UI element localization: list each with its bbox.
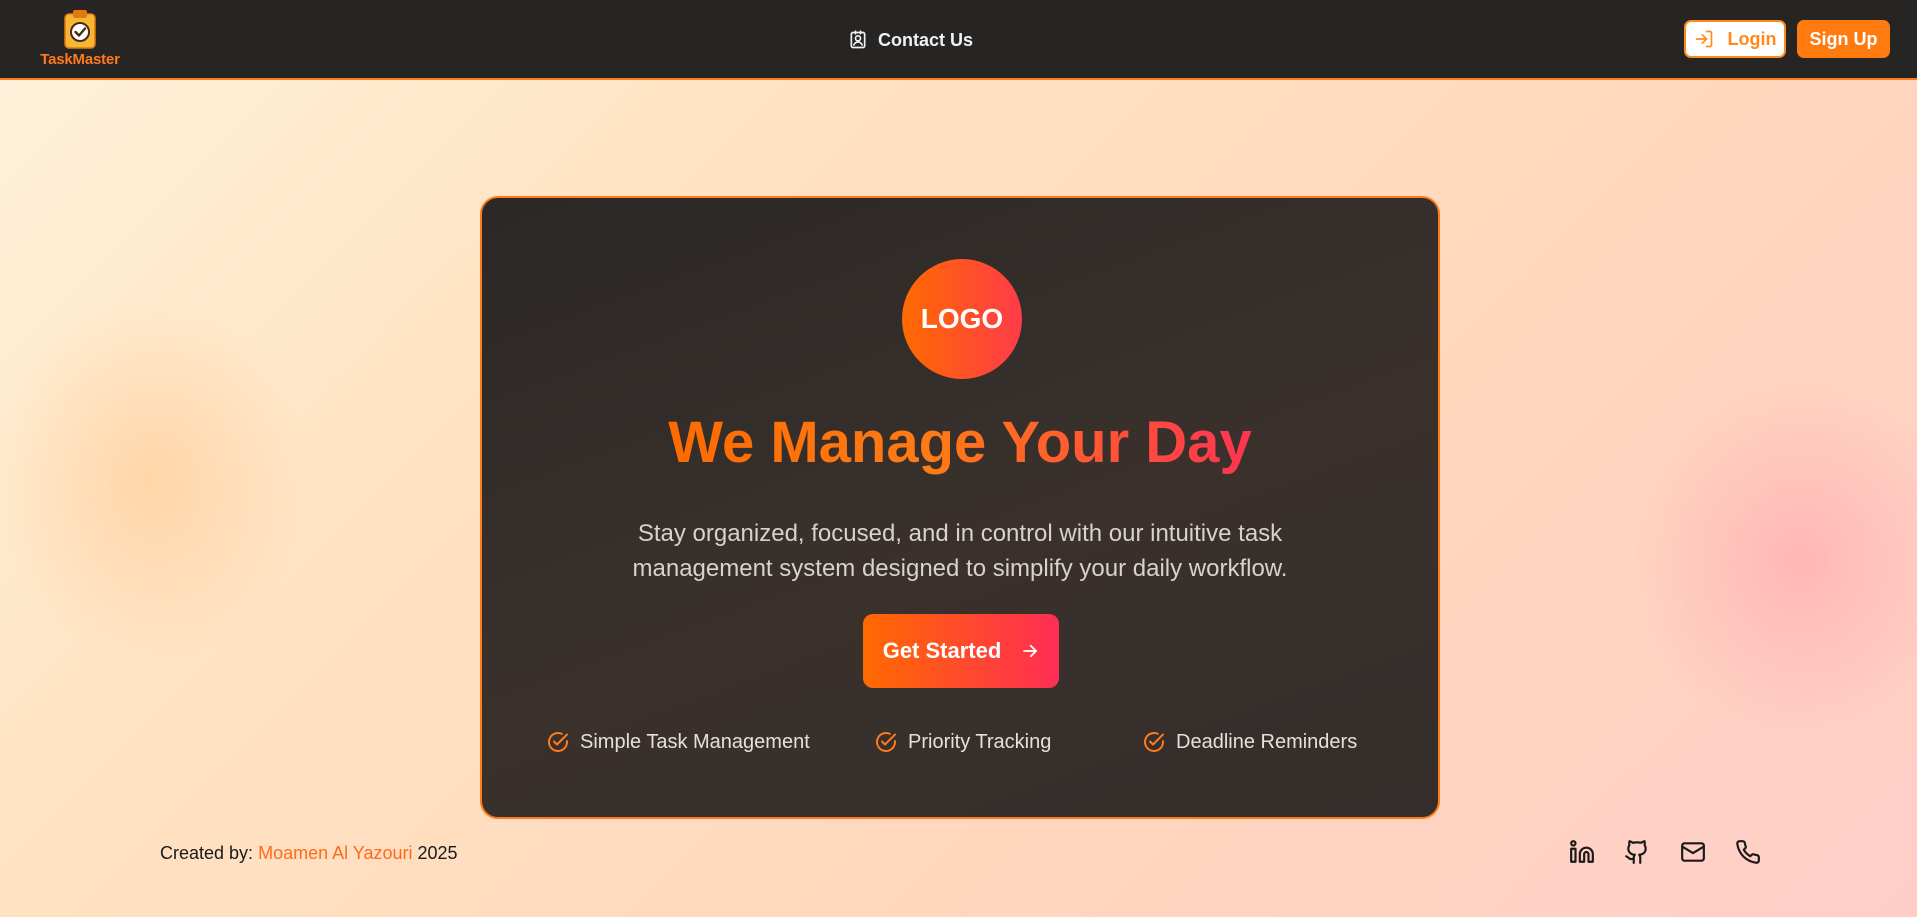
github-link[interactable] [1623,838,1651,866]
feature-list: Simple Task Management Priority Tracking… [482,730,1438,760]
feature-item: Deadline Reminders [1142,730,1357,754]
contact-icon [850,30,866,49]
footer-credit: Created by: Moamen Al Yazouri 2025 [160,843,458,864]
mail-icon [1681,842,1705,862]
brand-logo[interactable]: TaskMaster [36,8,124,70]
check-circle-icon [1144,732,1164,752]
brand-name: TaskMaster [40,51,120,68]
footer-year: 2025 [417,843,458,863]
clipboard-check-icon [64,10,96,49]
get-started-button[interactable]: Get Started [863,614,1059,688]
contact-us-link[interactable]: Contact Us [848,26,973,54]
navbar: TaskMaster Contact Us Login Sign Up [0,0,1917,80]
mail-link[interactable] [1679,838,1707,866]
feature-item: Priority Tracking [874,730,1051,754]
feature-item: Simple Task Management [546,730,810,754]
signup-label: Sign Up [1809,28,1878,49]
contact-us-label: Contact Us [878,29,974,50]
feature-label: Deadline Reminders [1176,730,1358,753]
feature-label: Simple Task Management [580,730,810,753]
author-link[interactable]: Moamen Al Yazouri [258,843,412,863]
hero-title-text: We Manage Your Day [668,410,1252,475]
check-circle-icon [548,732,568,752]
linkedin-icon [1570,840,1594,863]
arrow-right-icon [1023,644,1038,658]
hero-subtitle: Stay organized, focused, and in control … [632,520,1288,582]
login-icon [1695,30,1712,48]
hero-logo: LOGO [902,259,1022,379]
check-circle-icon [876,732,896,752]
linkedin-link[interactable] [1568,838,1596,866]
created-by-prefix: Created by: [160,843,254,863]
phone-link[interactable] [1734,838,1762,866]
feature-label: Priority Tracking [908,730,1052,753]
github-icon [1625,840,1647,864]
phone-icon [1736,840,1760,864]
get-started-label: Get Started [882,638,1002,663]
hero-title: We Manage Your Day [482,408,1438,478]
hero-logo-text: LOGO [920,303,1004,334]
login-label: Login [1727,28,1777,49]
login-button[interactable]: Login [1684,20,1786,58]
signup-button[interactable]: Sign Up [1797,20,1890,58]
hero-card: LOGO We Manage Your Day Stay organized, … [480,196,1440,819]
